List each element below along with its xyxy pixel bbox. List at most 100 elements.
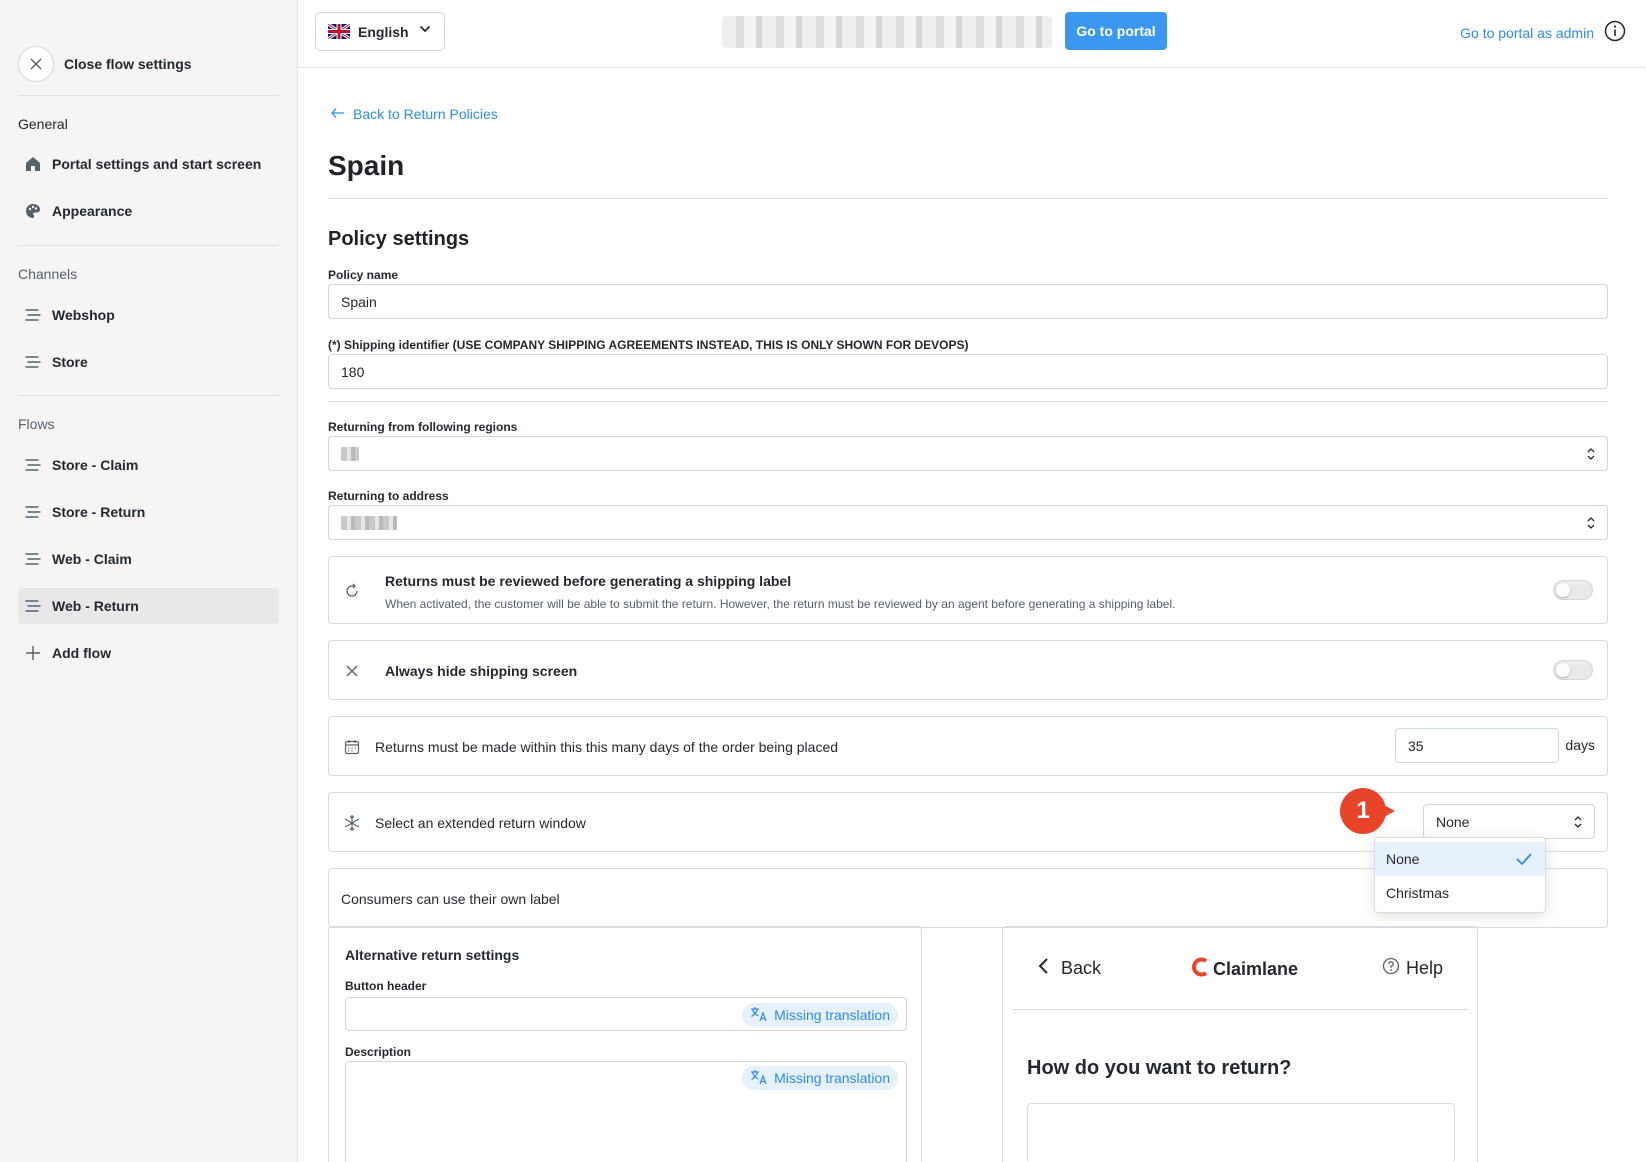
close-flow-settings-button[interactable]: Close flow settings xyxy=(18,46,192,82)
language-label: English xyxy=(358,23,409,40)
sidebar-heading-channels: Channels xyxy=(18,266,78,282)
sidebar-item-store-return[interactable]: Store - Return xyxy=(18,494,279,530)
sidebar-item-portal-settings[interactable]: Portal settings and start screen xyxy=(18,146,279,182)
chevron-left-icon xyxy=(1037,957,1049,980)
flow-icon xyxy=(24,456,42,474)
hide-shipping-toggle[interactable] xyxy=(1553,660,1593,680)
sidebar-item-label: Portal settings and start screen xyxy=(52,156,262,172)
sidebar-item-store[interactable]: Store xyxy=(18,344,279,380)
sidebar-item-label: Webshop xyxy=(52,307,115,323)
arrow-left-icon xyxy=(331,106,345,122)
select-chevrons-icon xyxy=(1585,446,1597,465)
missing-translation-label: Missing translation xyxy=(774,1007,890,1023)
address-label: Returning to address xyxy=(328,489,449,503)
uk-flag-icon xyxy=(328,24,350,39)
sidebar-item-web-return[interactable]: Web - Return xyxy=(18,588,279,624)
dropdown-option-christmas[interactable]: Christmas xyxy=(1375,876,1545,910)
option-label: Christmas xyxy=(1386,885,1450,901)
add-flow-button[interactable]: Add flow xyxy=(18,635,279,671)
address-select[interactable] xyxy=(328,505,1608,540)
policy-name-value: Spain xyxy=(341,293,377,310)
portal-preview: Back Claimlane Help How do you want to r… xyxy=(1002,926,1478,1162)
claimlane-mark-icon xyxy=(1191,957,1209,982)
language-selector[interactable]: English xyxy=(315,12,445,51)
option-label: None xyxy=(1386,851,1420,867)
preview-help-label: Help xyxy=(1405,958,1443,978)
translate-icon xyxy=(750,1069,768,1088)
return-days-input[interactable]: 35 xyxy=(1395,728,1559,763)
sidebar-divider xyxy=(18,245,279,246)
back-to-return-policies-link[interactable]: Back to Return Policies xyxy=(331,106,498,122)
regions-select[interactable] xyxy=(328,436,1608,471)
close-flow-settings-label: Close flow settings xyxy=(64,56,192,72)
alternative-settings-title: Alternative return settings xyxy=(345,947,520,963)
select-chevrons-icon xyxy=(1572,814,1584,833)
missing-translation-button[interactable]: Missing translation xyxy=(742,1066,898,1090)
redacted-address xyxy=(341,515,397,530)
sidebar-item-web-claim[interactable]: Web - Claim xyxy=(18,541,279,577)
hide-shipping-title: Always hide shipping screen xyxy=(385,663,578,679)
button-header-label: Button header xyxy=(345,979,427,993)
close-icon xyxy=(343,662,361,680)
preview-option-box[interactable] xyxy=(1027,1103,1455,1162)
select-chevrons-icon xyxy=(1585,515,1597,534)
callout-badge: 1 xyxy=(1340,788,1386,834)
flow-icon xyxy=(24,353,42,371)
page-title: Spain xyxy=(328,150,405,181)
review-toggle[interactable] xyxy=(1553,580,1593,600)
return-days-card: Returns must be made within this this ma… xyxy=(328,716,1608,776)
checkmark-icon xyxy=(1515,851,1533,870)
own-label-text: Consumers can use their own label xyxy=(341,891,560,907)
info-icon[interactable] xyxy=(1604,20,1626,42)
redacted-region xyxy=(341,446,359,461)
return-days-unit: days xyxy=(1565,737,1595,753)
calendar-icon xyxy=(343,738,361,756)
redacted-store-name xyxy=(722,16,1052,48)
description-label: Description xyxy=(345,1045,412,1059)
extended-window-select[interactable]: None xyxy=(1423,804,1595,839)
return-days-text: Returns must be made within this this ma… xyxy=(375,739,839,755)
chevron-down-icon xyxy=(418,22,432,41)
refresh-icon xyxy=(343,582,361,600)
sidebar-item-webshop[interactable]: Webshop xyxy=(18,297,279,333)
sidebar-item-label: Appearance xyxy=(52,203,133,219)
description-input[interactable]: Missing translation xyxy=(345,1061,907,1162)
preview-help-button[interactable]: Help xyxy=(1382,957,1443,980)
extended-window-dropdown: None Christmas xyxy=(1374,837,1546,913)
claimlane-logo: Claimlane xyxy=(1191,957,1298,982)
sidebar: Close flow settings General Portal setti… xyxy=(0,0,298,1162)
sidebar-item-label: Store xyxy=(52,354,88,370)
sidebar-divider xyxy=(18,95,279,96)
sidebar-item-label: Store - Return xyxy=(52,504,146,520)
shipping-identifier-input[interactable]: 180 xyxy=(328,354,1608,389)
top-bar: English Go to portal Go to portal as adm… xyxy=(298,0,1646,68)
back-link-label: Back to Return Policies xyxy=(353,106,498,122)
review-setting-description: When activated, the customer will be abl… xyxy=(385,597,1176,611)
dropdown-option-none[interactable]: None xyxy=(1375,842,1545,876)
close-icon[interactable] xyxy=(18,46,54,82)
flow-icon xyxy=(24,306,42,324)
missing-translation-label: Missing translation xyxy=(774,1070,890,1086)
extended-window-text: Select an extended return window xyxy=(375,815,586,831)
go-to-portal-admin-link[interactable]: Go to portal as admin xyxy=(1460,25,1594,41)
sidebar-item-appearance[interactable]: Appearance xyxy=(18,193,279,229)
sidebar-item-label: Web - Claim xyxy=(52,551,132,567)
flow-icon xyxy=(24,550,42,568)
regions-label: Returning from following regions xyxy=(328,420,518,434)
translate-icon xyxy=(750,1006,768,1025)
button-header-input[interactable]: Missing translation xyxy=(345,997,907,1031)
preview-divider xyxy=(1013,1009,1469,1010)
sidebar-item-label: Store - Claim xyxy=(52,457,139,473)
sidebar-item-label: Web - Return xyxy=(52,598,139,614)
go-to-portal-button[interactable]: Go to portal xyxy=(1065,12,1167,50)
sidebar-heading-flows: Flows xyxy=(18,416,55,432)
hide-shipping-card: Always hide shipping screen xyxy=(328,640,1608,700)
alternative-settings-card: Alternative return settings Button heade… xyxy=(328,926,922,1162)
missing-translation-button[interactable]: Missing translation xyxy=(742,1003,898,1027)
sidebar-item-store-claim[interactable]: Store - Claim xyxy=(18,447,279,483)
preview-back-button[interactable]: Back xyxy=(1037,957,1101,980)
home-icon xyxy=(24,155,42,173)
policy-name-input[interactable]: Spain xyxy=(328,284,1608,319)
extended-window-value: None xyxy=(1436,813,1470,830)
shipping-identifier-label: (*) Shipping identifier (USE COMPANY SHI… xyxy=(328,338,969,352)
